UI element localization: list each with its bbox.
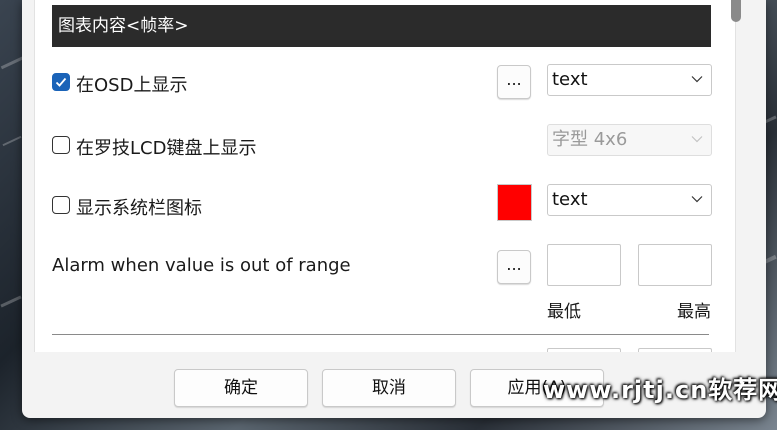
next-row-input-partial (638, 348, 712, 352)
scrollbar[interactable] (726, 0, 748, 352)
checkmark-icon (55, 77, 67, 87)
scrollbar-thumb[interactable] (731, 0, 741, 22)
osd-format-select[interactable]: text (547, 64, 712, 96)
osd-format-value: text (552, 69, 588, 90)
osd-settings-button[interactable]: ... (497, 65, 531, 99)
alarm-settings-button[interactable]: ... (497, 250, 531, 284)
lcd-checkbox[interactable] (52, 136, 70, 154)
alarm-max-input[interactable] (638, 244, 712, 286)
chevron-down-icon (691, 136, 703, 143)
max-label: 最高 (677, 302, 711, 322)
alarm-min-input[interactable] (547, 244, 621, 286)
section-divider (52, 334, 709, 335)
site-watermark: www.rjtj.cn软荐网 (543, 376, 777, 404)
cancel-button[interactable]: 取消 (322, 369, 456, 407)
chevron-down-icon (691, 196, 703, 203)
alarm-label: Alarm when value is out of range (52, 255, 351, 276)
min-label: 最低 (547, 302, 581, 322)
tray-label[interactable]: 显示系统栏图标 (76, 194, 202, 220)
lcd-font-select: 字型 4x6 (547, 124, 712, 156)
settings-panel: 图表内容<帧率> 在OSD上显示 ... text 在罗技LCD键盘上显示 字型… (34, 0, 736, 352)
tray-color-swatch[interactable] (497, 184, 532, 221)
lcd-font-value: 字型 4x6 (552, 129, 628, 150)
osd-checkbox[interactable] (52, 73, 70, 91)
graph-content-header: 图表内容<帧率> (52, 5, 711, 47)
ok-button[interactable]: 确定 (174, 369, 308, 407)
tray-format-select[interactable]: text (547, 184, 712, 216)
settings-dialog: 图表内容<帧率> 在OSD上显示 ... text 在罗技LCD键盘上显示 字型… (22, 0, 766, 418)
next-row-input-partial (547, 348, 621, 352)
lcd-label[interactable]: 在罗技LCD键盘上显示 (76, 134, 256, 160)
background-streak (2, 135, 22, 147)
background-streak (0, 295, 22, 308)
chevron-down-icon (691, 76, 703, 83)
tray-format-value: text (552, 189, 588, 210)
osd-label[interactable]: 在OSD上显示 (76, 71, 187, 97)
tray-checkbox[interactable] (52, 196, 70, 214)
